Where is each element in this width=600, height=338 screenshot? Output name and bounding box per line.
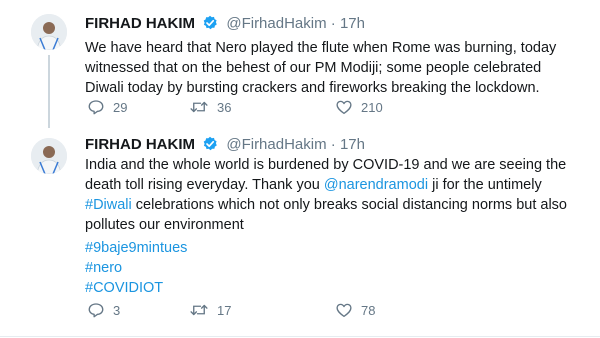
avatar[interactable] bbox=[31, 14, 67, 50]
retweet-button[interactable]: 36 bbox=[189, 98, 231, 116]
username[interactable]: @FirhadHakim bbox=[226, 136, 326, 153]
timestamp[interactable]: 17h bbox=[340, 15, 365, 32]
tweet-header: FIRHAD HAKIM @FirhadHakim · 17h bbox=[85, 15, 365, 35]
hashtag-link[interactable]: #COVIDIOT bbox=[85, 278, 187, 298]
like-count: 210 bbox=[361, 99, 383, 115]
thread-connector-line bbox=[48, 55, 50, 128]
tweet-thread: FIRHAD HAKIM @FirhadHakim · 17h We have … bbox=[0, 0, 600, 338]
tweet-text-line: death toll rising everyday. Thank you @n… bbox=[85, 175, 580, 195]
tweet-text-line: #Diwali celebrations which not only brea… bbox=[85, 195, 580, 215]
tweet-header: FIRHAD HAKIM @FirhadHakim · 17h bbox=[85, 136, 365, 156]
reply-button[interactable]: 3 bbox=[87, 301, 120, 319]
like-count: 78 bbox=[361, 302, 376, 318]
separator-dot: · bbox=[330, 15, 336, 32]
reply-icon bbox=[88, 100, 104, 115]
retweet-count: 36 bbox=[217, 99, 232, 115]
like-button[interactable]: 210 bbox=[335, 98, 383, 116]
verified-badge-icon bbox=[202, 15, 218, 35]
reply-count: 3 bbox=[113, 302, 121, 318]
tweet-actions: 3 17 78 bbox=[87, 301, 507, 321]
retweet-button[interactable]: 17 bbox=[189, 301, 231, 319]
like-icon bbox=[336, 303, 352, 318]
tweet[interactable]: FIRHAD HAKIM @FirhadHakim · 17h India an… bbox=[0, 128, 600, 338]
hashtag-link[interactable]: #9baje9mintues bbox=[85, 238, 187, 258]
mention-link[interactable]: @narendramodi bbox=[324, 177, 428, 193]
tweet-text: We have heard that Nero played the flute… bbox=[85, 38, 580, 98]
hashtag-link[interactable]: #Diwali bbox=[85, 197, 132, 213]
timestamp[interactable]: 17h bbox=[340, 136, 365, 153]
tweet-text-line: Diwali today by bursting crackers and fi… bbox=[85, 80, 540, 96]
tweet-text-fragment: celebrations which not only breaks socia… bbox=[131, 197, 567, 213]
reply-count: 29 bbox=[113, 99, 128, 115]
tweet-text-line: witnessed that on the behest of our PM M… bbox=[85, 60, 542, 76]
tweet-text-fragment: ji for the untimely bbox=[428, 177, 542, 193]
like-icon bbox=[336, 100, 352, 115]
display-name[interactable]: FIRHAD HAKIM bbox=[85, 15, 195, 32]
display-name[interactable]: FIRHAD HAKIM bbox=[85, 136, 195, 153]
hashtag-list: #9baje9mintues #nero #COVIDIOT bbox=[85, 238, 187, 298]
tweet-text-line: pollutes our environment bbox=[85, 217, 244, 233]
like-button[interactable]: 78 bbox=[335, 301, 375, 319]
tweet-text: India and the whole world is burdened by… bbox=[85, 155, 580, 235]
avatar[interactable] bbox=[31, 138, 67, 174]
divider bbox=[0, 336, 600, 337]
reply-icon bbox=[88, 303, 104, 318]
username[interactable]: @FirhadHakim bbox=[226, 15, 326, 32]
tweet-text-line: India and the whole world is burdened by… bbox=[85, 157, 567, 173]
separator-dot: · bbox=[330, 136, 336, 153]
retweet-icon bbox=[190, 101, 208, 113]
retweet-count: 17 bbox=[217, 302, 232, 318]
reply-button[interactable]: 29 bbox=[87, 98, 127, 116]
hashtag-link[interactable]: #nero bbox=[85, 258, 187, 278]
verified-badge-icon bbox=[202, 136, 218, 156]
tweet-actions: 29 36 210 bbox=[87, 98, 507, 118]
retweet-icon bbox=[190, 304, 208, 316]
tweet[interactable]: FIRHAD HAKIM @FirhadHakim · 17h We have … bbox=[0, 0, 600, 128]
tweet-text-line: We have heard that Nero played the flute… bbox=[85, 40, 557, 56]
tweet-text-fragment: death toll rising everyday. Thank you bbox=[85, 177, 324, 193]
